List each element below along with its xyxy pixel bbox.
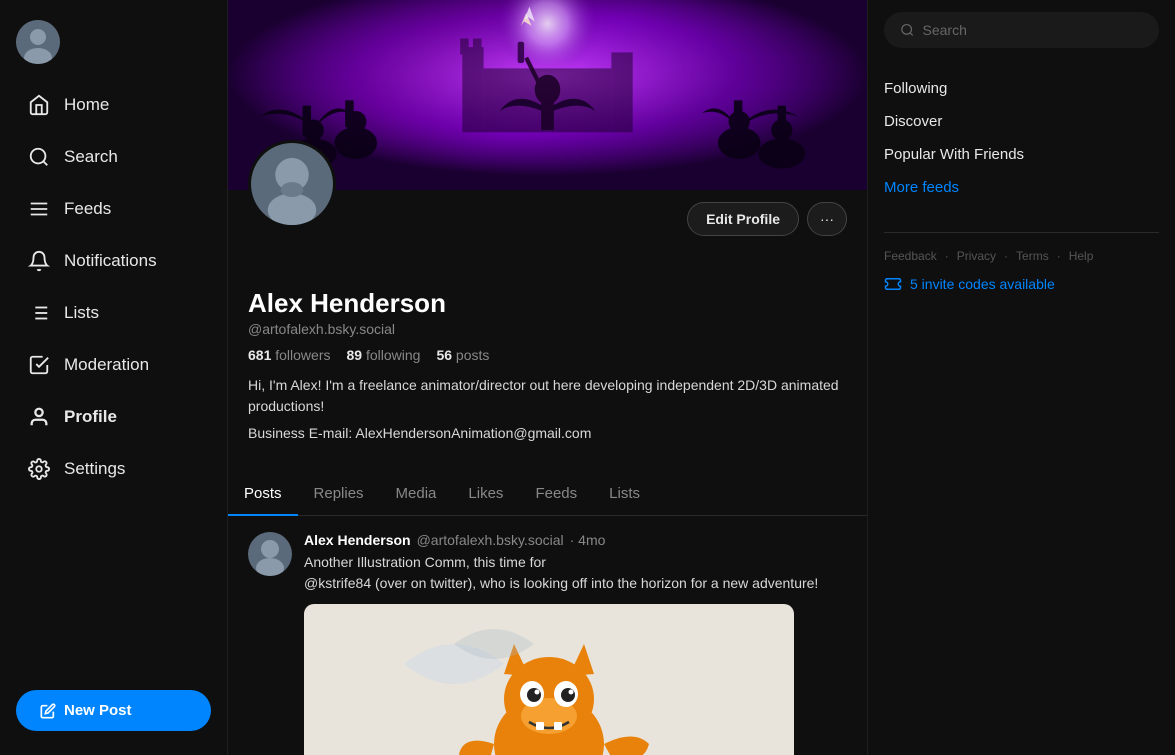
list-icon	[28, 302, 50, 324]
search-input[interactable]	[923, 22, 1143, 38]
posts-stat: 56 posts	[436, 347, 489, 363]
sidebar-item-label: Feeds	[64, 199, 111, 219]
profile-actions: Edit Profile ···	[248, 190, 847, 236]
followers-stat[interactable]: 681 followers	[248, 347, 331, 363]
post-author-handle[interactable]: @artofalexh.bsky.social	[417, 532, 564, 548]
sidebar-item-label: Lists	[64, 303, 99, 323]
sidebar-item-label: Profile	[64, 407, 117, 427]
profile-handle: @artofalexh.bsky.social	[248, 321, 847, 337]
more-options-button[interactable]: ···	[807, 202, 847, 236]
compose-icon	[40, 703, 56, 719]
feed-link-more-feeds[interactable]: More feeds	[884, 171, 1159, 204]
profile-header: Edit Profile ··· Alex Henderson @artofal…	[228, 190, 867, 457]
tab-feeds[interactable]: Feeds	[519, 473, 593, 516]
sidebar: Home Search Feeds	[0, 0, 228, 755]
sidebar-item-label: Search	[64, 147, 118, 167]
post-avatar	[248, 532, 292, 576]
tab-replies[interactable]: Replies	[298, 473, 380, 516]
tab-media[interactable]: Media	[380, 473, 453, 516]
profile-bio: Hi, I'm Alex! I'm a freelance animator/d…	[248, 375, 847, 417]
edit-profile-button[interactable]: Edit Profile	[687, 202, 799, 236]
footer-link-terms[interactable]: Terms	[1016, 249, 1049, 263]
footer-link-privacy[interactable]: Privacy	[957, 249, 996, 263]
sidebar-item-label: Notifications	[64, 251, 157, 271]
post-image[interactable]	[304, 604, 794, 755]
tab-posts[interactable]: Posts	[228, 473, 298, 516]
search-box[interactable]	[884, 12, 1159, 48]
search-icon	[28, 146, 50, 168]
posts-label: posts	[456, 347, 489, 363]
tab-lists[interactable]: Lists	[593, 473, 656, 516]
tab-likes[interactable]: Likes	[452, 473, 519, 516]
divider	[884, 232, 1159, 233]
post-time: · 4mo	[570, 532, 606, 548]
sidebar-item-moderation[interactable]: Moderation	[8, 342, 219, 388]
invite-codes-label: 5 invite codes available	[910, 276, 1055, 292]
post-text: Another Illustration Comm, this time for…	[304, 552, 847, 594]
followers-count: 681	[248, 347, 271, 363]
settings-icon	[28, 458, 50, 480]
ticket-icon	[884, 275, 902, 293]
sidebar-item-settings[interactable]: Settings	[8, 446, 219, 492]
feed-links-section: Following Discover Popular With Friends …	[884, 72, 1159, 204]
profile-avatar-wrapper	[248, 140, 336, 228]
sidebar-item-feeds[interactable]: Feeds	[8, 186, 219, 232]
following-stat[interactable]: 89 following	[347, 347, 421, 363]
sidebar-item-lists[interactable]: Lists	[8, 290, 219, 336]
feeds-icon	[28, 198, 50, 220]
feed-link-popular-with-friends[interactable]: Popular With Friends	[884, 138, 1159, 171]
sidebar-item-home[interactable]: Home	[8, 82, 219, 128]
feed-link-discover[interactable]: Discover	[884, 105, 1159, 138]
feed-link-following[interactable]: Following	[884, 72, 1159, 105]
posts-feed: Alex Henderson @artofalexh.bsky.social ·…	[228, 516, 867, 755]
sidebar-nav: Home Search Feeds	[0, 80, 227, 678]
bell-icon	[28, 250, 50, 272]
profile-icon	[28, 406, 50, 428]
footer-link-feedback[interactable]: Feedback	[884, 249, 937, 263]
profile-tabs: Posts Replies Media Likes Feeds Lists	[228, 473, 867, 516]
following-count: 89	[347, 347, 363, 363]
posts-count: 56	[436, 347, 452, 363]
post-item: Alex Henderson @artofalexh.bsky.social ·…	[228, 516, 867, 755]
new-post-button[interactable]: New Post	[16, 690, 211, 731]
sidebar-item-search[interactable]: Search	[8, 134, 219, 180]
profile-avatar	[248, 140, 336, 228]
footer-link-help[interactable]: Help	[1069, 249, 1094, 263]
profile-name: Alex Henderson	[248, 288, 847, 319]
search-icon	[900, 22, 915, 38]
sidebar-item-label: Home	[64, 95, 109, 115]
home-icon	[28, 94, 50, 116]
post-content: Alex Henderson @artofalexh.bsky.social ·…	[304, 532, 847, 755]
post-author-row: Alex Henderson @artofalexh.bsky.social ·…	[304, 532, 847, 548]
profile-email: Business E-mail: AlexHendersonAnimation@…	[248, 425, 847, 441]
avatar[interactable]	[16, 20, 60, 64]
sidebar-item-notifications[interactable]: Notifications	[8, 238, 219, 284]
sidebar-item-label: Moderation	[64, 355, 149, 375]
right-panel: Following Discover Popular With Friends …	[867, 0, 1175, 755]
profile-stats: 681 followers 89 following 56 posts	[248, 347, 847, 363]
followers-label: followers	[275, 347, 330, 363]
sidebar-item-label: Settings	[64, 459, 125, 479]
main-content: Edit Profile ··· Alex Henderson @artofal…	[228, 0, 867, 755]
following-label: following	[366, 347, 420, 363]
post-author-name[interactable]: Alex Henderson	[304, 532, 411, 548]
new-post-label: New Post	[64, 702, 132, 719]
sidebar-item-profile[interactable]: Profile	[8, 394, 219, 440]
moderation-icon	[28, 354, 50, 376]
invite-codes-banner[interactable]: 5 invite codes available	[884, 275, 1159, 293]
footer-links: Feedback · Privacy · Terms · Help	[884, 249, 1159, 263]
